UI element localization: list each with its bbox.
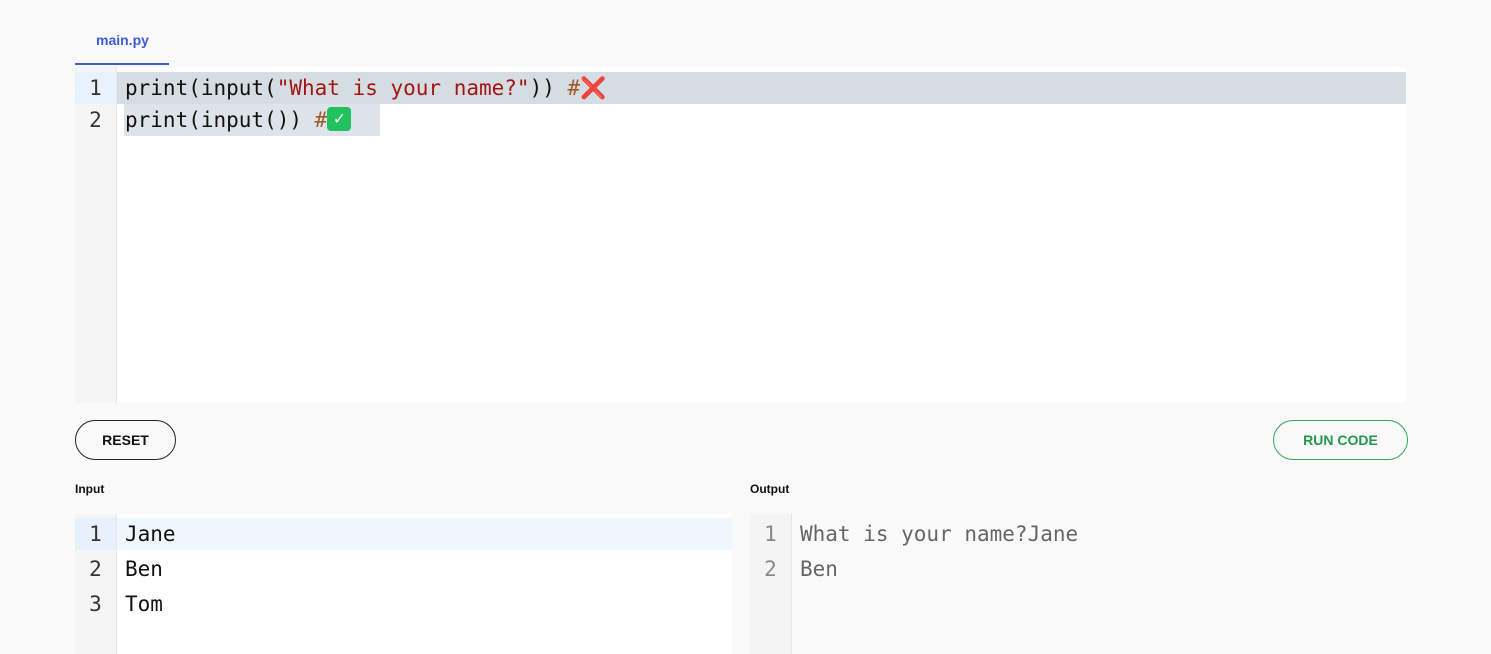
check-mark-icon: ✓ [327, 107, 352, 131]
file-tab-bar: main.py [75, 26, 169, 65]
output-text: Ben [800, 557, 838, 581]
output-line-1: 1 What is your name?Jane [750, 518, 1407, 550]
line-number: 3 [89, 592, 102, 616]
input-text: Ben [125, 557, 163, 581]
input-line-2[interactable]: 2 Ben [75, 553, 732, 585]
output-label: Output [750, 482, 790, 496]
reset-button[interactable]: RESET [75, 420, 176, 460]
editor-line-1[interactable]: 1 print(input("What is your name?")) #❌ [75, 72, 1406, 104]
cross-mark-icon: ❌ [580, 76, 607, 100]
input-line-1[interactable]: 1 Jane [75, 518, 732, 550]
comment: # [314, 108, 328, 132]
output-line-2: 2 Ben [750, 553, 1407, 585]
line-number: 2 [89, 557, 102, 581]
input-editor[interactable]: 1 Jane 2 Ben 3 Tom [75, 514, 732, 654]
code-text: print(input()) # ✓ [125, 104, 352, 136]
line-number: 1 [89, 522, 102, 546]
output-panel: 1 What is your name?Jane 2 Ben [750, 514, 1407, 654]
run-code-button[interactable]: RUN CODE [1273, 420, 1408, 460]
code-text: print(input("What is your name?")) #❌ [125, 76, 607, 100]
input-line-3[interactable]: 3 Tom [75, 588, 732, 620]
editor-line-2[interactable]: 2 print(input()) # ✓ [75, 104, 1406, 136]
line-number: 1 [764, 522, 777, 546]
line-number: 2 [89, 108, 102, 132]
string-literal: "What is your name?" [276, 76, 530, 100]
input-label: Input [75, 482, 105, 496]
line-number: 1 [89, 76, 102, 100]
comment: # [567, 76, 581, 100]
tab-main-py[interactable]: main.py [75, 26, 169, 65]
input-text: Jane [125, 522, 176, 546]
output-text: What is your name?Jane [800, 522, 1079, 546]
code-editor[interactable]: 1 print(input("What is your name?")) #❌ … [75, 67, 1406, 403]
line-number: 2 [764, 557, 777, 581]
input-text: Tom [125, 592, 163, 616]
